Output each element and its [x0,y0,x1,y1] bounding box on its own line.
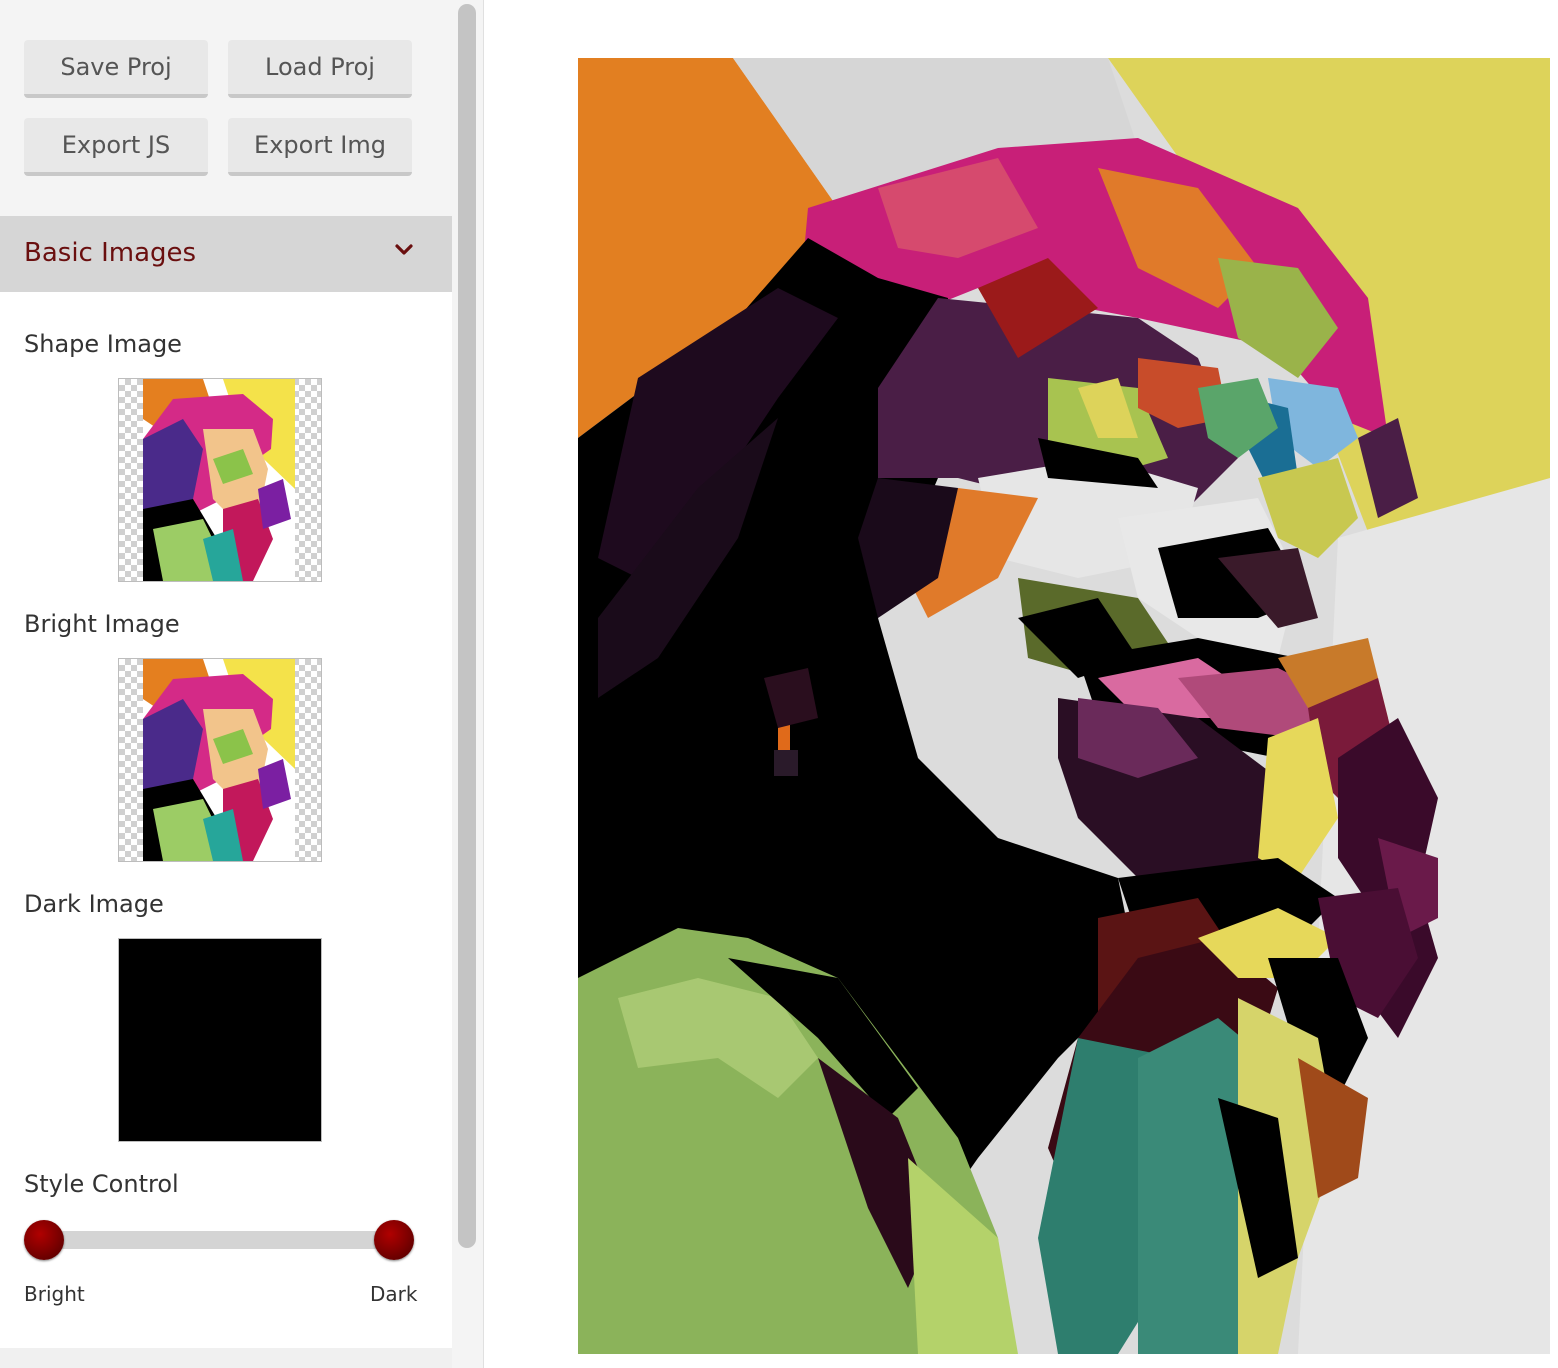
style-slider-high-handle[interactable] [374,1220,414,1260]
slider-max-label: Dark [370,1282,418,1306]
sidebar-footer [0,1348,452,1368]
basic-images-section-header[interactable]: Basic Images [0,216,452,292]
style-slider-track[interactable] [44,1231,394,1249]
sidebar: Save Proj Load Proj Export JS Export Img… [0,0,452,1368]
style-slider-low-handle[interactable] [24,1220,64,1260]
style-control-label: Style Control [24,1170,179,1198]
shape-image-label: Shape Image [24,330,182,358]
wpap-portrait-artwork [578,58,1550,1354]
chevron-down-icon[interactable] [392,238,416,262]
toolbar: Save Proj Load Proj Export JS Export Img [0,0,452,216]
load-project-button[interactable]: Load Proj [228,40,412,98]
export-js-button[interactable]: Export JS [24,118,208,176]
portrait-canvas[interactable] [578,58,1550,1354]
save-project-button[interactable]: Save Proj [24,40,208,98]
export-image-button[interactable]: Export Img [228,118,412,176]
section-title: Basic Images [24,238,197,268]
slider-min-label: Bright [24,1282,85,1306]
scrollbar-thumb[interactable] [458,4,476,1248]
shape-image-thumbnail[interactable] [118,378,322,582]
bright-image-label: Bright Image [24,610,180,638]
portrait-thumbnail-image [143,659,295,861]
dark-image-thumbnail[interactable] [118,938,322,1142]
bright-image-thumbnail[interactable] [118,658,322,862]
portrait-thumbnail-image [143,379,295,581]
dark-image-label: Dark Image [24,890,164,918]
app-window: Save Proj Load Proj Export JS Export Img… [0,0,1558,1368]
